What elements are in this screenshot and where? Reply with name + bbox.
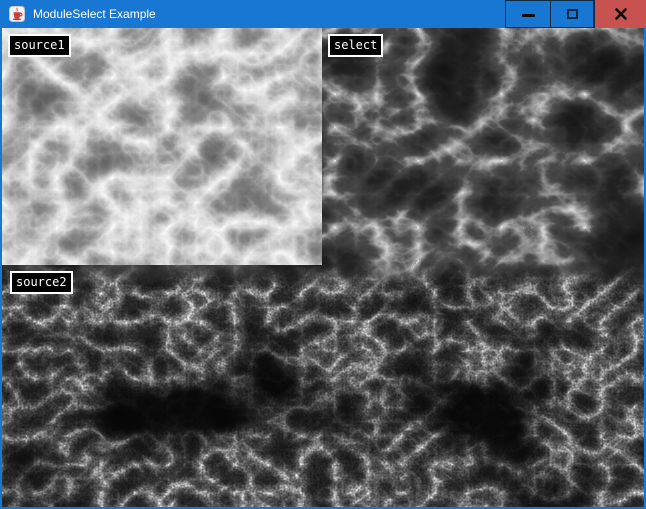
close-button[interactable] <box>594 0 646 28</box>
select-label: select <box>328 34 383 57</box>
app-window: ModuleSelect Example <box>0 0 646 509</box>
source2-noise-image <box>2 265 644 507</box>
noise-render-canvas: source1 select source2 <box>2 28 644 507</box>
minimize-icon <box>522 14 535 17</box>
titlebar[interactable]: ModuleSelect Example <box>0 0 646 28</box>
window-controls <box>505 0 646 28</box>
source2-label: source2 <box>10 271 73 294</box>
close-x-icon <box>615 8 627 20</box>
minimize-button[interactable] <box>505 0 551 28</box>
source1-noise-image <box>2 28 322 265</box>
java-coffee-cup-icon[interactable] <box>9 6 25 22</box>
maximize-icon <box>567 9 578 19</box>
maximize-button[interactable] <box>551 0 594 28</box>
source1-label: source1 <box>8 34 71 57</box>
window-title: ModuleSelect Example <box>33 7 156 21</box>
